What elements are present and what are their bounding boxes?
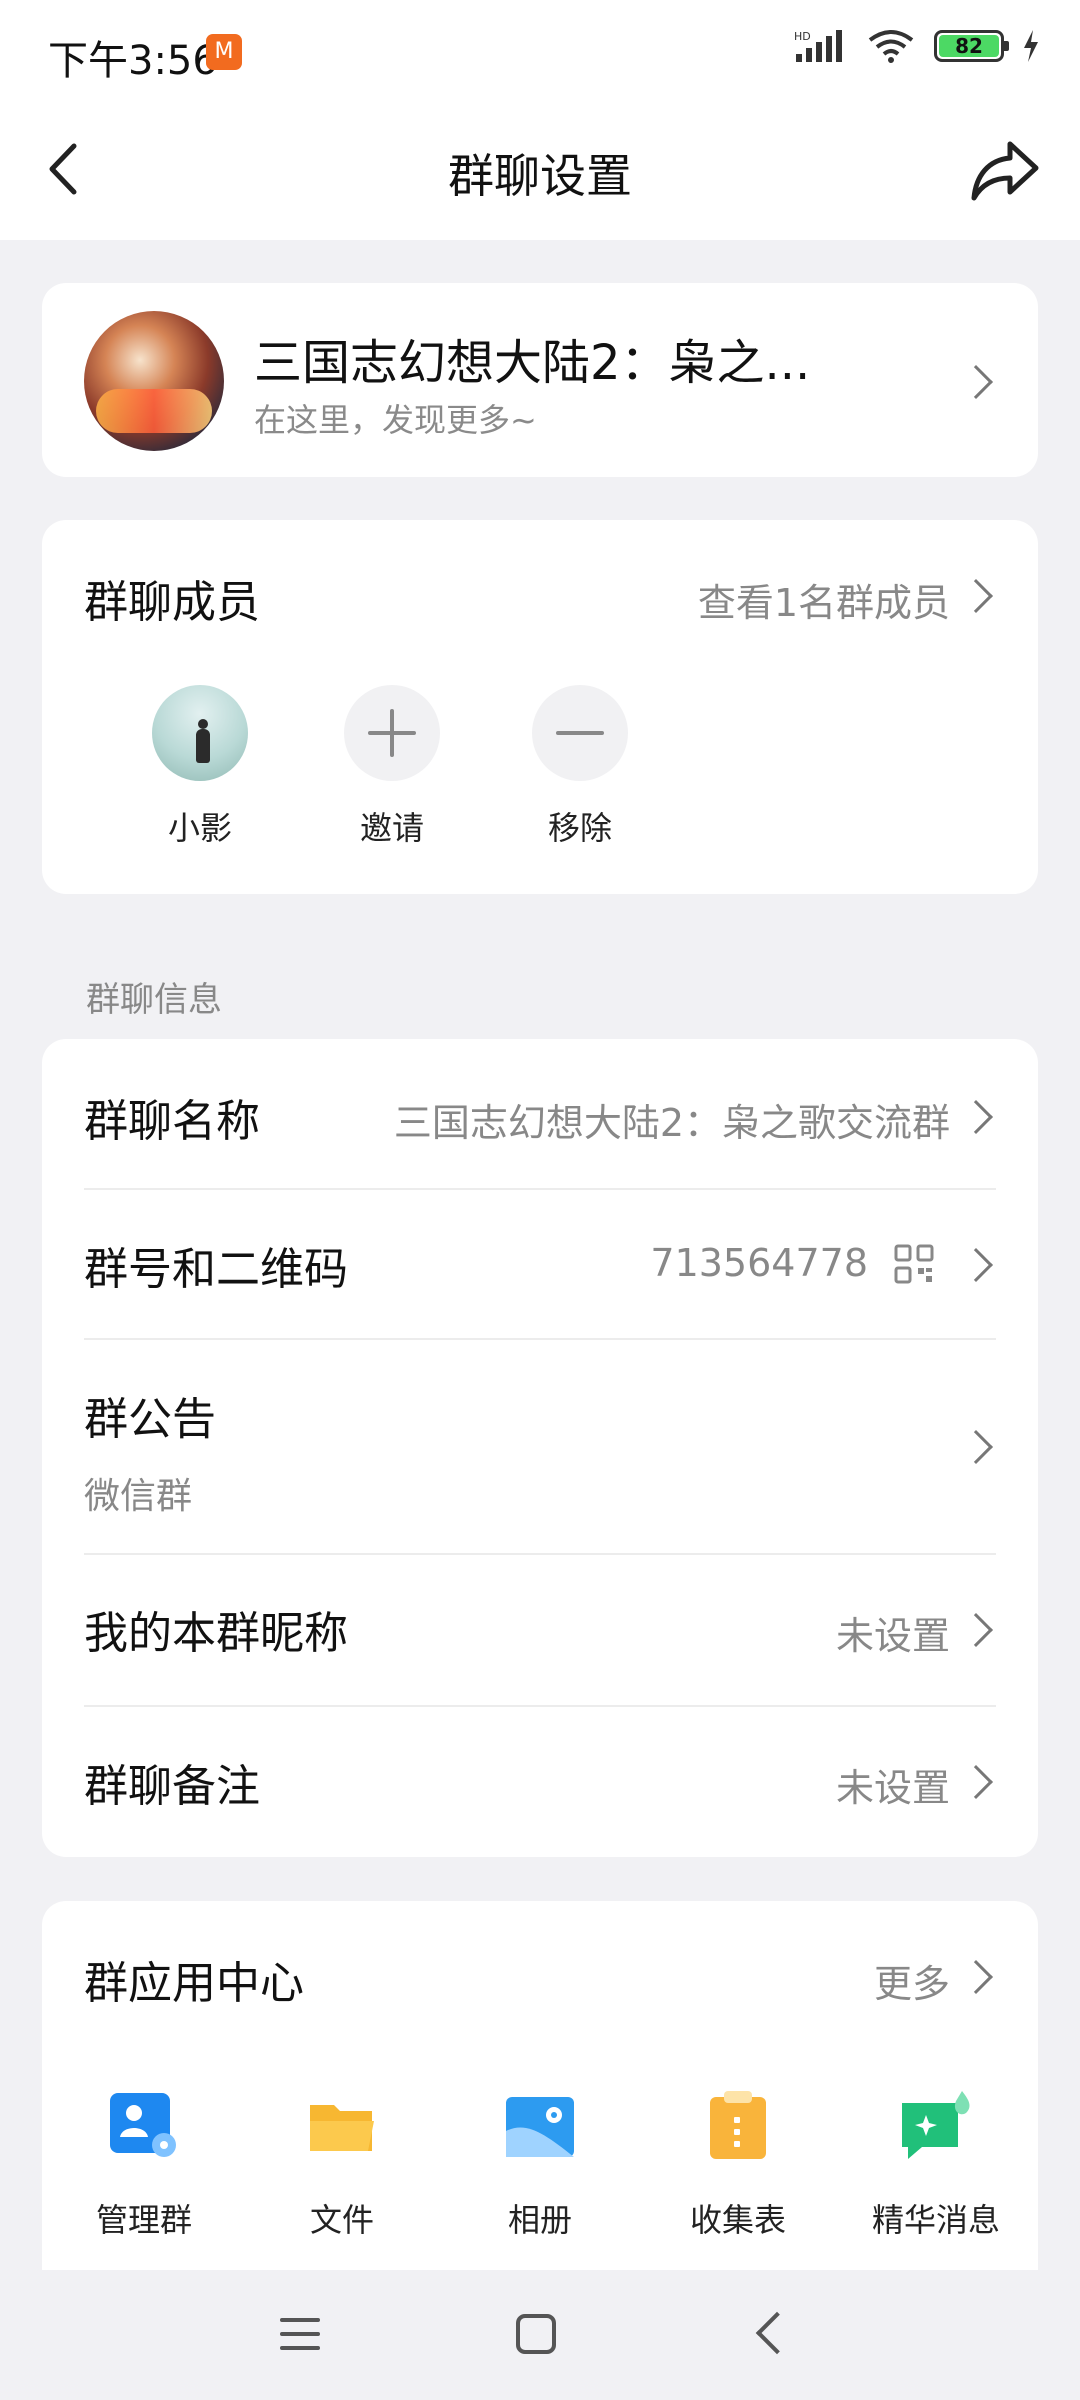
qr-code-icon (894, 1244, 934, 1284)
album-icon (506, 2097, 574, 2157)
group-remark-value: 未设置 (835, 1766, 950, 1810)
divider (84, 1338, 996, 1340)
divider (84, 1705, 996, 1707)
view-members-link[interactable]: 查看1名群成员 (698, 572, 950, 627)
status-bar: 下午3:56 M HD 82 (0, 0, 1080, 100)
chevron-right-icon (959, 1430, 993, 1464)
group-id-value: 713564778 (650, 1241, 868, 1285)
group-info-card: 群聊名称 三国志幻想大陆2：枭之歌交流群 群号和二维码 713564778 群公… (42, 1039, 1038, 1857)
network-label: HD (794, 30, 811, 43)
signal-icon: HD (794, 30, 842, 62)
remove-label: 移除 (547, 809, 612, 847)
divider (84, 1553, 996, 1555)
invite-member-button[interactable]: 邀请 (332, 685, 452, 849)
app-label: 文件 (309, 2201, 374, 2239)
home-icon[interactable] (516, 2314, 556, 2354)
group-notice-title: 群公告 (84, 1394, 216, 1445)
highlight-message-icon (902, 2091, 970, 2159)
page-title: 群聊设置 (448, 149, 632, 203)
battery-level: 82 (939, 35, 999, 57)
member-name: 小影 (167, 809, 232, 847)
member-item[interactable]: 小影 (140, 685, 260, 849)
app-label: 相册 (507, 2201, 572, 2239)
app-collection-form[interactable]: 收集表 (658, 2091, 818, 2241)
group-name: 三国志幻想大陆2：枭之... (254, 335, 811, 391)
share-icon[interactable] (970, 138, 1040, 204)
group-remark-title: 群聊备注 (84, 1761, 260, 1812)
status-icons: HD 82 (794, 28, 1040, 64)
chevron-right-icon (959, 1960, 993, 1994)
group-profile-card[interactable]: 三国志幻想大陆2：枭之... 在这里，发现更多~ (42, 283, 1038, 477)
clipboard-icon (710, 2091, 766, 2159)
manage-group-icon (110, 2093, 176, 2157)
group-name-title: 群聊名称 (84, 1096, 260, 1147)
charging-icon (1024, 30, 1038, 62)
battery-icon: 82 (934, 30, 1009, 62)
menu-icon[interactable] (280, 2318, 320, 2360)
group-subtitle: 在这里，发现更多~ (254, 401, 537, 439)
app-files[interactable]: 文件 (262, 2091, 422, 2241)
remove-member-button[interactable]: 移除 (520, 685, 640, 849)
members-title: 群聊成员 (84, 577, 260, 628)
chevron-right-icon (959, 1248, 993, 1282)
system-nav-bar (0, 2270, 1080, 2400)
chevron-right-icon (959, 1613, 993, 1647)
app-label: 精华消息 (871, 2201, 1000, 2239)
chevron-right-icon (959, 579, 993, 613)
invite-label: 邀请 (359, 809, 424, 847)
chevron-right-icon (959, 365, 993, 399)
app-notification-icon: M (206, 34, 242, 70)
top-nav-bar: 群聊设置 (0, 100, 1080, 240)
app-highlight-messages[interactable]: 精华消息 (856, 2091, 1016, 2241)
minus-icon[interactable] (532, 685, 628, 781)
divider (84, 1188, 996, 1190)
app-album[interactable]: 相册 (460, 2091, 620, 2241)
member-avatar[interactable] (152, 685, 248, 781)
status-time: 下午3:56 (48, 38, 218, 84)
members-card: 群聊成员 查看1名群成员 小影 邀请 移除 (42, 520, 1038, 894)
group-name-value: 三国志幻想大陆2：枭之歌交流群 (393, 1101, 950, 1145)
plus-icon[interactable] (344, 685, 440, 781)
group-avatar[interactable] (84, 311, 224, 451)
my-nickname-value: 未设置 (835, 1614, 950, 1658)
app-manage-group[interactable]: 管理群 (64, 2091, 224, 2241)
group-apps-card: 群应用中心 更多 管理群 文件 相册 收集表 精华消息 (42, 1901, 1038, 2270)
my-nickname-title: 我的本群昵称 (84, 1608, 348, 1659)
app-label: 收集表 (689, 2201, 786, 2239)
section-label-group-info: 群聊信息 (86, 980, 222, 1020)
folder-icon (310, 2105, 374, 2151)
system-back-icon[interactable] (755, 2311, 799, 2355)
group-apps-more-link[interactable]: 更多 (874, 1953, 950, 2008)
group-apps-title: 群应用中心 (84, 1958, 304, 2009)
group-notice-content: 微信群 (84, 1476, 193, 1517)
chevron-right-icon (959, 1100, 993, 1134)
app-label: 管理群 (95, 2201, 192, 2239)
wifi-icon (868, 30, 914, 63)
chevron-right-icon (959, 1765, 993, 1799)
group-id-title: 群号和二维码 (84, 1244, 348, 1295)
